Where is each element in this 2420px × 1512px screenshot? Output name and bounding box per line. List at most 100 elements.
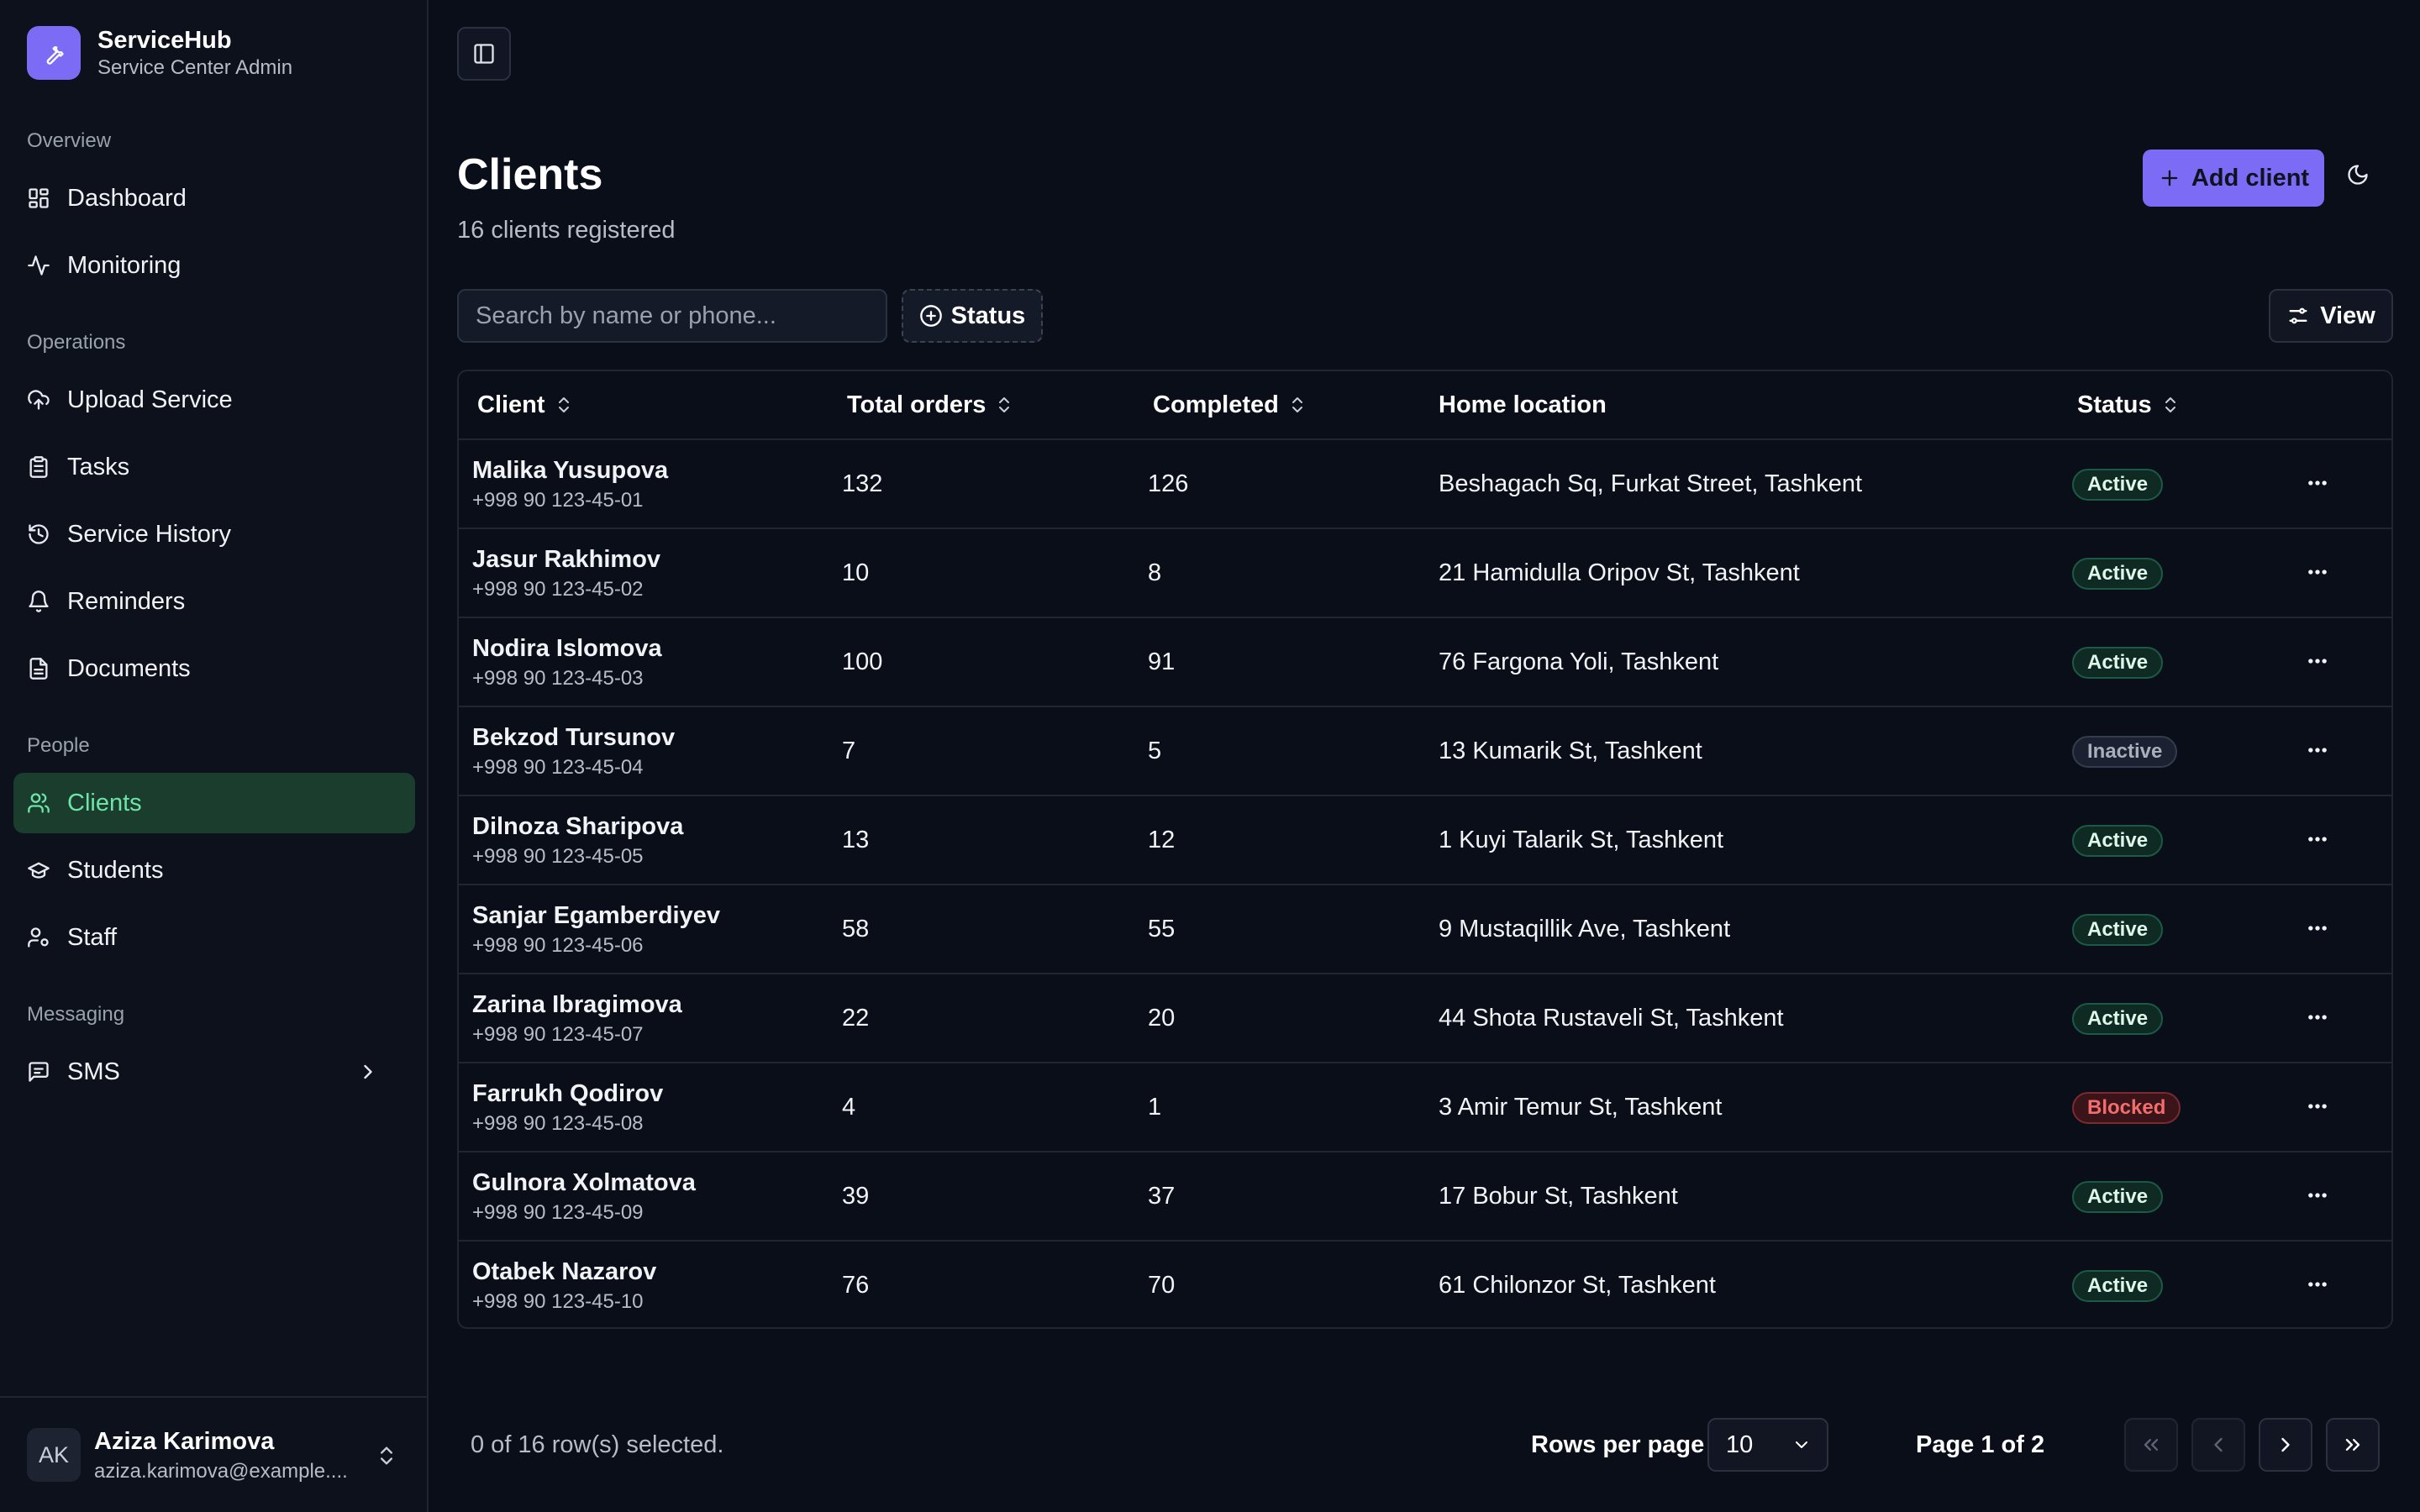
previous-page-button[interactable] — [2191, 1418, 2245, 1472]
search-input[interactable] — [457, 289, 887, 343]
view-label: View — [2320, 302, 2375, 329]
column-header-status[interactable]: Status — [2077, 371, 2181, 438]
sidebar-item-monitoring[interactable]: Monitoring — [13, 235, 415, 296]
clipboard-icon — [27, 455, 67, 479]
sidebar-item-sms[interactable]: SMS — [13, 1042, 415, 1102]
group-label-messaging: Messaging — [27, 1003, 125, 1026]
cloud-upload-icon — [27, 388, 67, 412]
chevron-left-icon — [2207, 1433, 2230, 1457]
sidebar-item-upload-service[interactable]: Upload Service — [13, 370, 415, 430]
column-label: Status — [2077, 391, 2152, 418]
table-row[interactable]: Farrukh Qodirov +998 90 123-45-08 4 1 3 … — [459, 1063, 2391, 1152]
row-actions-button[interactable] — [2306, 1273, 2329, 1296]
total-orders: 7 — [842, 738, 856, 764]
table-row[interactable]: Otabek Nazarov +998 90 123-45-10 76 70 6… — [459, 1242, 2391, 1327]
sidebar-item-students[interactable]: Students — [13, 840, 415, 900]
status-filter-button[interactable]: Status — [902, 289, 1043, 343]
sidebar-item-dashboard[interactable]: Dashboard — [13, 168, 415, 228]
table-row[interactable]: Malika Yusupova +998 90 123-45-01 132 12… — [459, 440, 2391, 529]
sidebar-item-documents[interactable]: Documents — [13, 638, 415, 699]
sidebar-item-label: SMS — [67, 1058, 120, 1085]
dashboard-icon — [27, 186, 67, 210]
group-label-people: People — [27, 734, 90, 757]
sidebar-item-tasks[interactable]: Tasks — [13, 437, 415, 497]
brand-name: ServiceHub — [97, 27, 232, 54]
sidebar-item-label: Staff — [67, 923, 118, 951]
table-row[interactable]: Zarina Ibragimova +998 90 123-45-07 22 2… — [459, 974, 2391, 1063]
home-location: 76 Fargona Yoli, Tashkent — [1439, 648, 1719, 675]
column-header-total-orders[interactable]: Total orders — [847, 371, 1014, 438]
chevrons-up-down-icon — [375, 1444, 398, 1467]
client-phone: +998 90 123-45-07 — [472, 1023, 644, 1046]
table-row[interactable]: Gulnora Xolmatova +998 90 123-45-09 39 3… — [459, 1152, 2391, 1242]
clients-table: Client Total orders Completed Home locat… — [457, 370, 2393, 1329]
more-horizontal-icon — [2306, 649, 2329, 673]
completed-orders: 1 — [1148, 1094, 1162, 1121]
table-row[interactable]: Jasur Rakhimov +998 90 123-45-02 10 8 21… — [459, 529, 2391, 618]
client-name: Farrukh Qodirov — [472, 1080, 664, 1107]
sidebar-item-label: Upload Service — [67, 386, 233, 413]
completed-orders: 70 — [1148, 1272, 1176, 1299]
sidebar-item-label: Dashboard — [67, 184, 187, 212]
client-name: Sanjar Egamberdiyev — [472, 902, 720, 929]
sidebar-item-clients[interactable]: Clients — [13, 773, 415, 833]
status-badge: Active — [2072, 1181, 2164, 1213]
theme-toggle-button[interactable] — [2346, 163, 2370, 186]
column-header-completed[interactable]: Completed — [1153, 371, 1307, 438]
view-options-button[interactable]: View — [2269, 289, 2393, 343]
total-orders: 4 — [842, 1094, 856, 1121]
completed-orders: 12 — [1148, 827, 1176, 853]
table-row[interactable]: Nodira Islomova +998 90 123-45-03 100 91… — [459, 618, 2391, 707]
rows-per-page-select[interactable]: 10 — [1707, 1418, 1828, 1472]
row-actions-button[interactable] — [2306, 471, 2329, 495]
client-name: Bekzod Tursunov — [472, 724, 676, 751]
client-name: Jasur Rakhimov — [472, 546, 661, 573]
column-label: Client — [477, 391, 545, 418]
row-actions-button[interactable] — [2306, 1184, 2329, 1207]
completed-orders: 5 — [1148, 738, 1162, 764]
table-row[interactable]: Dilnoza Sharipova +998 90 123-45-05 13 1… — [459, 796, 2391, 885]
home-location: 21 Hamidulla Oripov St, Tashkent — [1439, 559, 1800, 586]
more-horizontal-icon — [2306, 1273, 2329, 1296]
row-actions-button[interactable] — [2306, 738, 2329, 762]
row-actions-button[interactable] — [2306, 560, 2329, 584]
row-actions-button[interactable] — [2306, 916, 2329, 940]
add-client-button[interactable]: Add client — [2143, 150, 2324, 207]
sidebar-item-reminders[interactable]: Reminders — [13, 571, 415, 632]
row-actions-button[interactable] — [2306, 1095, 2329, 1118]
status-badge: Blocked — [2072, 1092, 2181, 1124]
client-phone: +998 90 123-45-03 — [472, 667, 644, 690]
sort-icon — [1279, 395, 1307, 415]
status-filter-label: Status — [950, 302, 1026, 329]
row-actions-button[interactable] — [2306, 827, 2329, 851]
status-badge: Active — [2072, 1270, 2164, 1302]
status-badge: Active — [2072, 914, 2164, 946]
row-actions-button[interactable] — [2306, 649, 2329, 673]
sidebar-item-service-history[interactable]: Service History — [13, 504, 415, 564]
sort-icon — [2152, 395, 2181, 415]
table-row[interactable]: Bekzod Tursunov +998 90 123-45-04 7 5 13… — [459, 707, 2391, 796]
status-badge: Active — [2072, 558, 2164, 590]
total-orders: 100 — [842, 648, 883, 675]
first-page-button[interactable] — [2124, 1418, 2178, 1472]
row-actions-button[interactable] — [2306, 1005, 2329, 1029]
sort-icon — [986, 395, 1014, 415]
column-header-home-location: Home location — [1439, 371, 1607, 438]
sidebar-item-staff[interactable]: Staff — [13, 907, 415, 968]
last-page-button[interactable] — [2326, 1418, 2380, 1472]
sidebar-toggle-button[interactable] — [457, 27, 511, 81]
completed-orders: 37 — [1148, 1183, 1176, 1210]
completed-orders: 55 — [1148, 916, 1176, 942]
brand[interactable]: ServiceHub Service Center Admin — [27, 25, 292, 81]
more-horizontal-icon — [2306, 1005, 2329, 1029]
more-horizontal-icon — [2306, 916, 2329, 940]
column-header-client[interactable]: Client — [477, 371, 574, 438]
next-page-button[interactable] — [2259, 1418, 2312, 1472]
rows-per-page-value: 10 — [1726, 1431, 1754, 1458]
table-row[interactable]: Sanjar Egamberdiyev +998 90 123-45-06 58… — [459, 885, 2391, 974]
history-icon — [27, 522, 67, 546]
completed-orders: 20 — [1148, 1005, 1176, 1032]
user-menu[interactable]: AK Aziza Karimova aziza.karimova@example… — [0, 1396, 427, 1512]
users-icon — [27, 791, 67, 815]
table-header: Client Total orders Completed Home locat… — [459, 371, 2391, 440]
